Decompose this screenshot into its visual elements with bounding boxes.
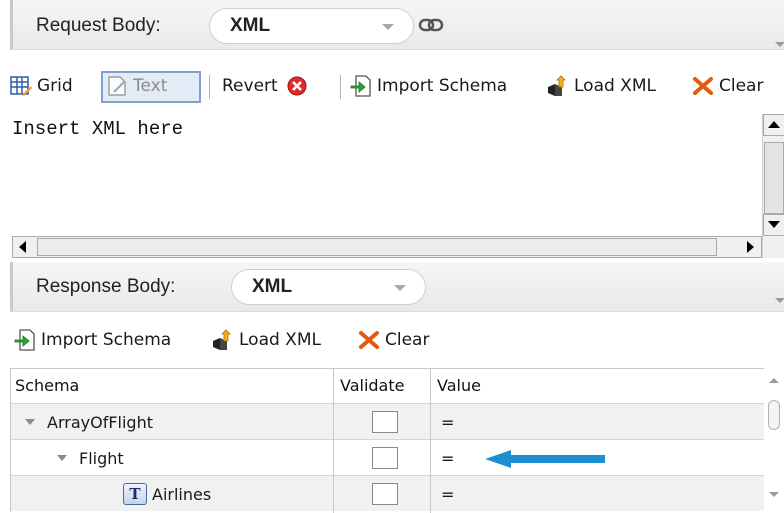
load-xml-label: Load XML xyxy=(574,76,656,96)
import-schema-button[interactable]: Import Schema xyxy=(350,66,507,106)
schema-table: Schema Validate Value ArrayOfFlight = Fl… xyxy=(10,368,764,513)
column-header-validate[interactable]: Validate xyxy=(334,369,429,403)
load-xml-label: Load XML xyxy=(239,330,321,350)
validate-cell xyxy=(372,476,398,512)
clear-button[interactable]: Clear xyxy=(358,320,429,360)
import-schema-button[interactable]: Import Schema xyxy=(14,320,171,360)
import-schema-label: Import Schema xyxy=(41,330,172,350)
load-xml-button[interactable]: Load XML xyxy=(547,66,656,106)
scroll-thumb[interactable] xyxy=(768,400,780,430)
clear-label: Clear xyxy=(719,76,764,96)
value-cell[interactable]: = xyxy=(441,440,454,476)
toolbar-separator xyxy=(209,75,210,99)
request-vertical-scrollbar[interactable] xyxy=(762,114,784,258)
request-xml-textarea[interactable]: Insert XML here xyxy=(0,114,762,236)
load-xml-button[interactable]: Load XML xyxy=(212,320,321,360)
link-icon[interactable] xyxy=(418,16,444,38)
validate-checkbox[interactable] xyxy=(372,483,398,505)
arrow-right-icon xyxy=(747,241,754,253)
toolbar-separator xyxy=(340,75,341,99)
validate-checkbox[interactable] xyxy=(372,447,398,469)
table-row[interactable]: Flight = xyxy=(11,439,764,475)
grid-icon xyxy=(10,75,32,97)
scroll-thumb[interactable] xyxy=(37,238,717,256)
text-type-icon: T xyxy=(123,483,147,505)
response-format-value: XML xyxy=(252,276,293,297)
schema-cell: Flight xyxy=(57,440,124,476)
grid-button[interactable]: Grid xyxy=(10,66,73,106)
node-name: Flight xyxy=(79,448,124,468)
request-format-value: XML xyxy=(230,15,271,36)
chevron-down-icon[interactable] xyxy=(57,455,67,461)
import-schema-icon xyxy=(14,329,36,351)
text-label: Text xyxy=(133,76,168,96)
response-toolbar: Import Schema Load XML Clear xyxy=(0,320,784,360)
scroll-thumb[interactable] xyxy=(764,142,784,214)
chevron-down-icon xyxy=(382,24,394,30)
chevron-down-icon xyxy=(775,298,784,303)
pointer-arrow-icon xyxy=(485,450,605,472)
revert-button[interactable]: Revert xyxy=(222,66,308,106)
schema-cell: ArrayOfFlight xyxy=(25,404,153,440)
table-row[interactable]: T Airlines = xyxy=(11,475,764,511)
arrow-left-icon xyxy=(19,241,26,253)
table-row[interactable]: ArrayOfFlight = xyxy=(11,403,764,439)
validate-checkbox[interactable] xyxy=(372,411,398,433)
scroll-up-button[interactable] xyxy=(763,114,784,136)
clear-icon xyxy=(358,329,380,351)
column-header-value[interactable]: Value xyxy=(431,369,761,403)
text-button[interactable]: Text xyxy=(106,66,167,106)
response-format-select[interactable]: XML xyxy=(231,269,426,305)
response-body-label: Response Body: xyxy=(36,276,176,297)
node-name: Airlines xyxy=(152,484,212,504)
column-divider xyxy=(430,369,431,513)
revert-label: Revert xyxy=(222,76,278,96)
node-name: ArrayOfFlight xyxy=(47,412,153,432)
value-cell[interactable]: = xyxy=(441,404,454,440)
column-divider xyxy=(333,369,334,513)
grid-label: Grid xyxy=(37,76,73,96)
revert-icon xyxy=(286,75,308,97)
validate-cell xyxy=(372,404,398,440)
table-vertical-scrollbar[interactable] xyxy=(764,368,784,512)
arrow-down-icon xyxy=(768,221,780,228)
clear-icon xyxy=(692,75,714,97)
load-xml-icon xyxy=(212,329,234,351)
clear-button[interactable]: Clear xyxy=(692,66,763,106)
text-icon xyxy=(106,75,128,97)
schema-cell: T Airlines xyxy=(123,476,211,512)
response-body-header: Response Body: XML xyxy=(10,262,784,312)
import-schema-label: Import Schema xyxy=(377,76,508,96)
request-body-header: Request Body: XML xyxy=(10,0,784,50)
request-format-select[interactable]: XML xyxy=(209,8,414,44)
chevron-up-icon[interactable] xyxy=(769,378,779,383)
load-xml-icon xyxy=(547,75,569,97)
chevron-down-icon xyxy=(775,42,784,47)
chevron-down-icon[interactable] xyxy=(25,419,35,425)
value-cell[interactable]: = xyxy=(441,476,454,512)
scroll-left-button[interactable] xyxy=(13,238,35,256)
arrow-up-icon xyxy=(768,121,780,128)
request-body-label: Request Body: xyxy=(36,15,161,36)
request-horizontal-scrollbar[interactable] xyxy=(12,236,762,258)
request-toolbar: Grid Text Revert Import Schema Load XML … xyxy=(0,66,784,106)
chevron-down-icon[interactable] xyxy=(769,492,779,497)
scroll-right-button[interactable] xyxy=(739,238,761,256)
scroll-down-button[interactable] xyxy=(763,214,784,236)
column-header-schema[interactable]: Schema xyxy=(11,369,333,403)
validate-cell xyxy=(372,440,398,476)
chevron-down-icon xyxy=(394,285,406,291)
import-schema-icon xyxy=(350,75,372,97)
clear-label: Clear xyxy=(385,330,430,350)
